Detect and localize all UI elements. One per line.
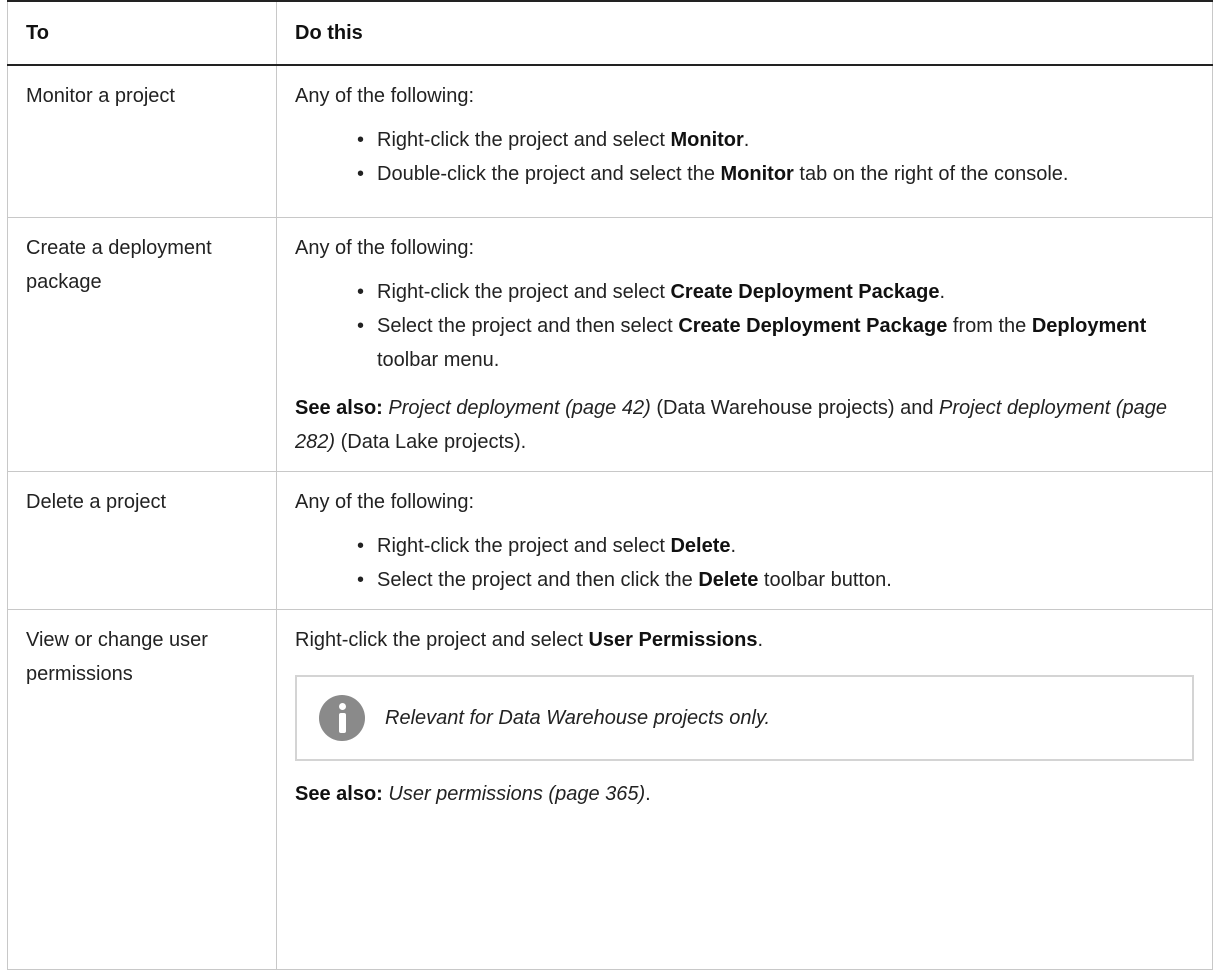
ui-term: Delete (670, 534, 731, 557)
ui-term: Delete (698, 568, 759, 591)
intro-text: Any of the following: (295, 490, 474, 513)
table-row: Monitor a project Any of the following: … (7, 64, 1213, 218)
list-item: Right-click the project and select Monit… (357, 123, 1194, 157)
see-also: See also: Project deployment (page 42) (… (295, 396, 1167, 453)
instructions-cell: Right-click the project and select User … (276, 608, 1213, 970)
ui-term: Create Deployment Package (670, 280, 940, 303)
list-item: Select the project and then click the De… (357, 563, 1194, 597)
ui-term: Create Deployment Package (678, 314, 948, 337)
note-box: Relevant for Data Warehouse projects onl… (295, 674, 1194, 761)
list-item: Right-click the project and select Creat… (357, 275, 1194, 309)
actions-table: To Do this Monitor a project Any of the … (7, 0, 1213, 970)
column-header-to: To (7, 0, 277, 66)
cross-reference-link[interactable]: User permissions (page 365) (388, 783, 645, 805)
task-cell: Delete a project (7, 470, 277, 610)
cross-reference-link[interactable]: Project deployment (page 42) (388, 397, 650, 419)
table-row: Delete a project Any of the following: R… (7, 470, 1213, 610)
task-cell: Monitor a project (7, 64, 277, 218)
list-item: Right-click the project and select Delet… (357, 529, 1194, 563)
task-cell: Create a deployment package (7, 216, 277, 472)
list-item: Double-click the project and select the … (357, 157, 1194, 191)
see-also-label: See also: (295, 782, 383, 805)
info-icon (319, 694, 365, 741)
intro-text: Any of the following: (295, 236, 474, 259)
intro-text: Any of the following: (295, 85, 474, 107)
ui-term: User Permissions (588, 628, 758, 651)
list-item: Select the project and then select Creat… (357, 309, 1194, 377)
table-header-row: To Do this (7, 0, 1213, 66)
instruction-list: Right-click the project and select Delet… (295, 529, 1194, 597)
instructions-cell: Any of the following: Right-click the pr… (276, 64, 1213, 218)
ui-term: Monitor (670, 129, 744, 151)
table-row: Create a deployment package Any of the f… (7, 216, 1213, 472)
note-text: Relevant for Data Warehouse projects onl… (385, 706, 771, 729)
column-header-do-this: Do this (276, 0, 1213, 66)
instructions-cell: Any of the following: Right-click the pr… (276, 216, 1213, 472)
see-also: See also: User permissions (page 365). (295, 782, 651, 805)
instructions-cell: Any of the following: Right-click the pr… (276, 470, 1213, 610)
ui-term: Deployment (1031, 314, 1147, 337)
instruction-line: Right-click the project and select User … (295, 628, 764, 651)
task-cell: View or change user permissions (7, 608, 277, 970)
table-row: View or change user permissions Right-cl… (7, 608, 1213, 970)
see-also-label: See also: (295, 396, 383, 419)
ui-term: Monitor (720, 163, 794, 185)
instruction-list: Right-click the project and select Monit… (295, 123, 1194, 191)
instruction-list: Right-click the project and select Creat… (295, 275, 1194, 377)
